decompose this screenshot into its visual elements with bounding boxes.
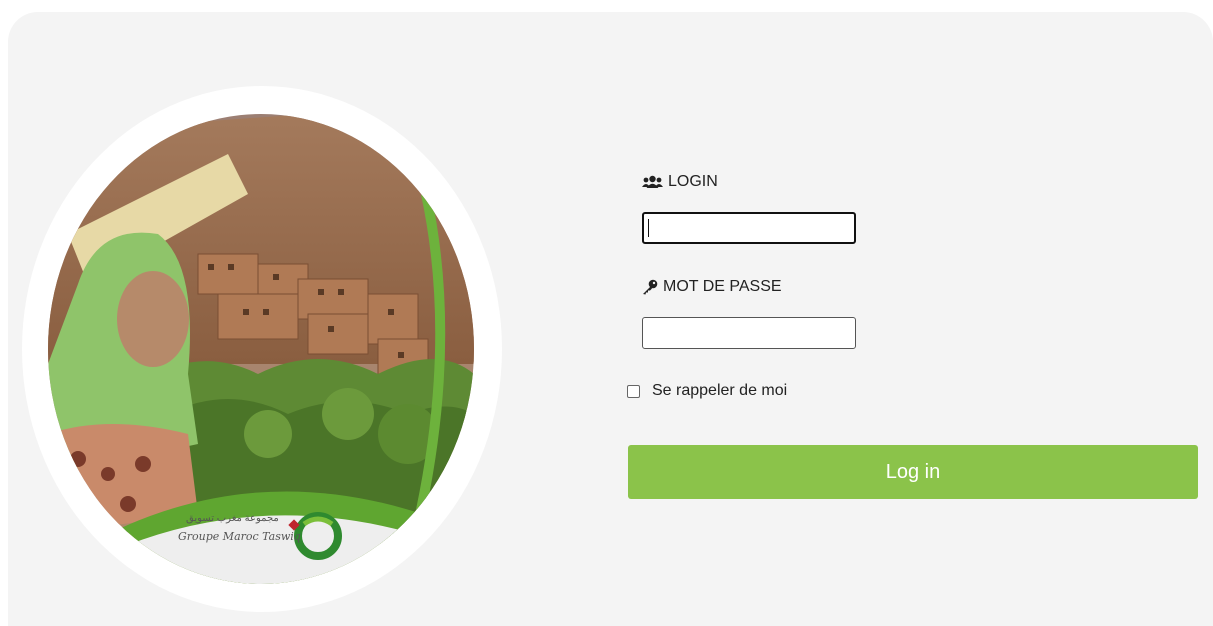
password-label-text: MOT DE PASSE [663,278,782,295]
logo-text: Groupe Maroc Taswiq [178,530,301,543]
key-icon [642,279,658,295]
login-button[interactable]: Log in [628,445,1198,499]
login-label: LOGIN [642,173,718,191]
remember-label: Se rappeler de moi [652,382,788,399]
text-caret [648,219,649,237]
logo-arabic-text: مجموعة مغرب تسويق [186,513,279,524]
password-input[interactable] [642,317,856,349]
users-icon [642,175,663,189]
remember-me[interactable]: Se rappeler de moi [627,382,787,400]
password-label: MOT DE PASSE [642,278,782,296]
login-label-text: LOGIN [668,173,718,190]
remember-checkbox[interactable] [627,384,640,398]
login-input[interactable] [642,212,856,244]
